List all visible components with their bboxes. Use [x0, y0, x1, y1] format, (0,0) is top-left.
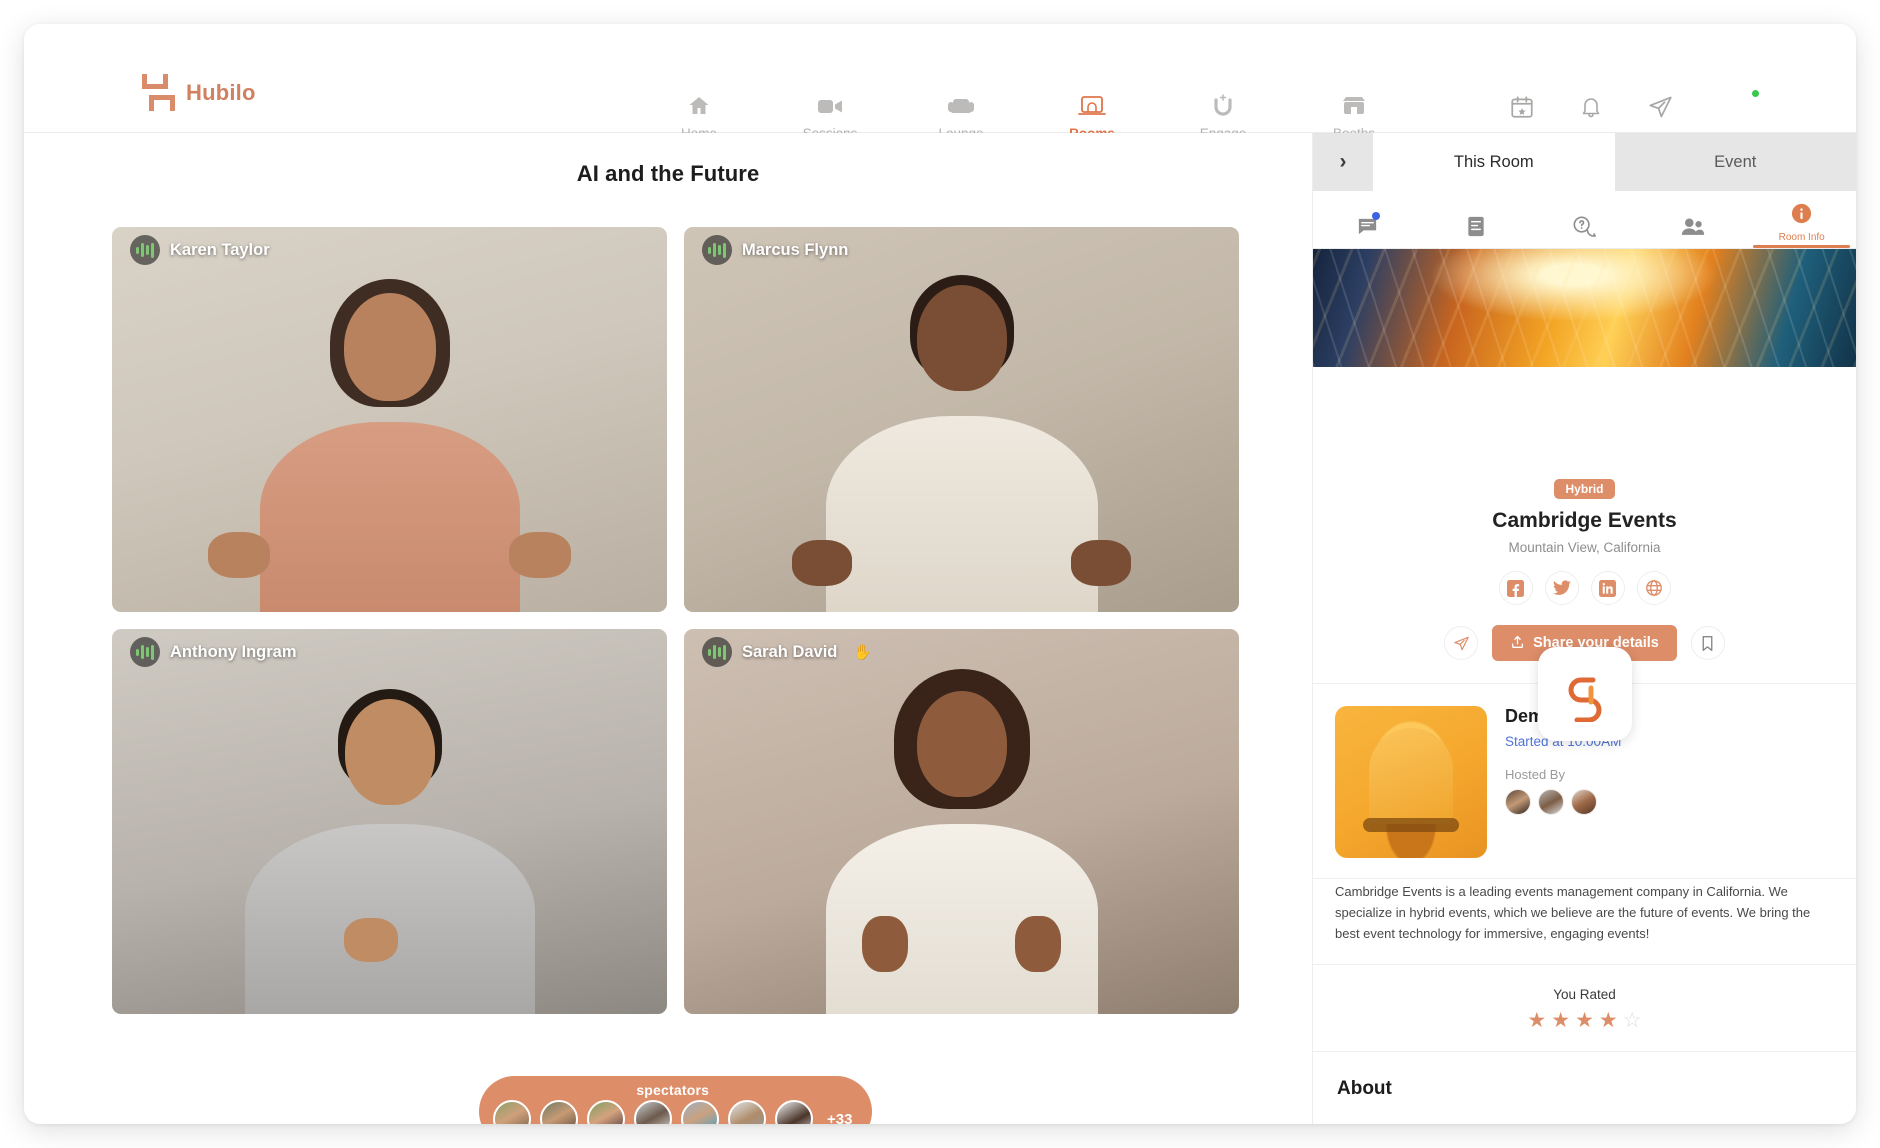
social-links — [1313, 571, 1856, 605]
calendar-star-icon[interactable] — [1509, 94, 1535, 125]
room-thumbnail — [1335, 706, 1487, 858]
event-banner-image — [1313, 249, 1856, 367]
audio-level-icon — [702, 637, 732, 667]
feed-icon — [1465, 215, 1487, 243]
room-info-label: Room Info — [1778, 232, 1825, 243]
header-actions — [1509, 88, 1761, 130]
armchair-icon — [947, 94, 975, 118]
spectators-bar[interactable]: spectators +33 — [479, 1076, 873, 1124]
star-5[interactable]: ☆ — [1623, 1010, 1642, 1031]
video-tile[interactable]: Anthony Ingram — [112, 629, 667, 1014]
bell-icon[interactable] — [1579, 94, 1603, 125]
video-feed — [112, 629, 667, 1014]
online-status-indicator — [1750, 88, 1761, 99]
panel-tabs: › This Room Event — [1313, 133, 1856, 191]
magnet-icon — [1210, 94, 1236, 118]
host-avatars — [1505, 789, 1834, 815]
video-feed — [684, 227, 1239, 612]
spectators-label: spectators — [636, 1082, 710, 1098]
spectator-avatars: +33 — [493, 1100, 852, 1124]
hubilo-logo-icon — [142, 74, 175, 111]
star-1[interactable]: ★ — [1527, 1010, 1546, 1031]
participant-nametag: Karen Taylor — [130, 235, 270, 265]
spectator-avatar[interactable] — [540, 1100, 578, 1124]
host-avatar[interactable] — [1538, 789, 1564, 815]
participant-nametag: Marcus Flynn — [702, 235, 848, 265]
home-icon — [686, 94, 712, 118]
host-avatar[interactable] — [1571, 789, 1597, 815]
video-tile[interactable]: Marcus Flynn — [684, 227, 1239, 612]
twitter-icon[interactable] — [1544, 571, 1579, 605]
send-message-button[interactable] — [1444, 626, 1479, 660]
about-heading: About — [1337, 1078, 1392, 1100]
chevron-right-icon: › — [1339, 150, 1347, 173]
top-header: Hubilo Home Sessions Lounge — [24, 24, 1856, 141]
participant-name: Marcus Flynn — [742, 240, 849, 259]
right-panel: › This Room Event Room Info Hybrid Cambr… — [1312, 133, 1856, 1124]
website-globe-icon[interactable] — [1636, 571, 1671, 605]
participant-name: Karen Taylor — [170, 240, 270, 259]
app-window: Hubilo Home Sessions Lounge — [24, 24, 1856, 1124]
spectator-avatar[interactable] — [634, 1100, 672, 1124]
participant-nametag: Sarah David ✋ — [702, 637, 872, 667]
audio-level-icon — [130, 235, 160, 265]
participant-name: Sarah David — [742, 642, 838, 661]
chat-tab[interactable] — [1313, 212, 1422, 248]
upload-icon — [1510, 634, 1525, 653]
audio-level-icon — [130, 637, 160, 667]
qa-tab[interactable] — [1530, 215, 1639, 248]
star-2[interactable]: ★ — [1551, 1010, 1570, 1031]
participant-name: Anthony Ingram — [170, 642, 297, 661]
organizer-logo — [1537, 647, 1632, 741]
video-stage: AI and the Future Karen Taylor Marcus Fl… — [24, 133, 1312, 1124]
hosted-by-label: Hosted By — [1505, 767, 1565, 782]
rating-label: You Rated — [1553, 987, 1616, 1003]
host-avatar[interactable] — [1505, 789, 1531, 815]
star-3[interactable]: ★ — [1575, 1010, 1594, 1031]
raised-hand-icon: ✋ — [853, 644, 873, 661]
video-feed — [112, 227, 667, 612]
video-tile[interactable]: Karen Taylor — [112, 227, 667, 612]
facebook-icon[interactable] — [1498, 571, 1533, 605]
tab-event[interactable]: Event — [1614, 133, 1856, 191]
spectator-avatar[interactable] — [587, 1100, 625, 1124]
event-type-badge: Hybrid — [1554, 479, 1615, 499]
rooms-icon — [1078, 94, 1106, 118]
brand-name: Hubilo — [186, 79, 256, 105]
brand-logo[interactable]: Hubilo — [142, 74, 256, 111]
spectator-overflow-count[interactable]: +33 — [827, 1111, 852, 1125]
participant-nametag: Anthony Ingram — [130, 637, 297, 667]
feed-tab[interactable] — [1422, 215, 1531, 248]
star-rating[interactable]: ★ ★ ★ ★ ☆ — [1313, 1010, 1856, 1031]
room-info-tab[interactable]: Room Info — [1747, 202, 1856, 248]
spectator-avatar[interactable] — [728, 1100, 766, 1124]
video-feed — [684, 629, 1239, 1014]
panel-icon-tabs: Room Info — [1313, 191, 1856, 249]
people-tab[interactable] — [1639, 215, 1748, 248]
booth-icon — [1341, 94, 1367, 118]
info-icon — [1790, 202, 1813, 230]
linkedin-icon[interactable] — [1590, 571, 1625, 605]
video-grid: Karen Taylor Marcus Flynn Anthony Ingram… — [112, 227, 1240, 1014]
video-camera-icon — [816, 94, 844, 118]
rating-section: You Rated ★ ★ ★ ★ ☆ — [1313, 965, 1856, 1053]
paper-plane-icon[interactable] — [1647, 94, 1674, 125]
spectator-avatar[interactable] — [681, 1100, 719, 1124]
video-tile[interactable]: Sarah David ✋ — [684, 629, 1239, 1014]
collapse-panel-button[interactable]: › — [1313, 133, 1373, 191]
people-icon — [1680, 215, 1706, 243]
organizer-name: Cambridge Events — [1492, 509, 1677, 532]
spectator-avatar[interactable] — [775, 1100, 813, 1124]
question-answer-icon — [1572, 215, 1597, 243]
audio-level-icon — [702, 235, 732, 265]
user-avatar[interactable] — [1718, 88, 1761, 130]
organizer-location: Mountain View, California — [1508, 540, 1661, 555]
bookmark-button[interactable] — [1690, 626, 1725, 660]
room-description: Cambridge Events is a leading events man… — [1335, 884, 1811, 942]
spectator-avatar[interactable] — [493, 1100, 531, 1124]
tab-this-room[interactable]: This Room — [1373, 133, 1615, 191]
star-4[interactable]: ★ — [1599, 1010, 1618, 1031]
page-title: AI and the Future — [576, 161, 760, 186]
